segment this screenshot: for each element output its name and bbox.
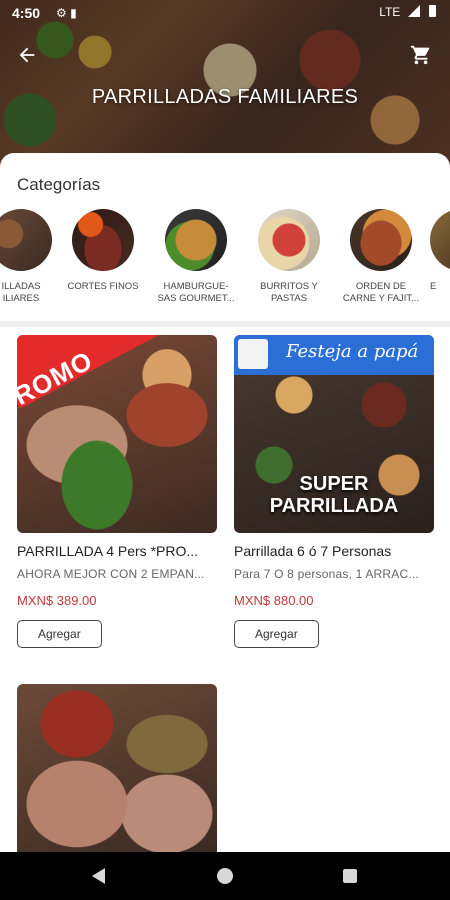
product-name: Parrillada 6 ó 7 Personas bbox=[234, 543, 392, 559]
section-divider bbox=[0, 321, 450, 327]
product-image bbox=[17, 684, 217, 852]
category-parrilladas-familiares[interactable]: ILLADAS ILIARES bbox=[0, 209, 66, 305]
category-orden-carne[interactable]: ORDEN DE CARNE Y FAJIT... bbox=[336, 209, 426, 305]
back-button[interactable] bbox=[16, 44, 38, 70]
category-label: ORDEN DE CARNE Y FAJIT... bbox=[342, 281, 420, 304]
category-image bbox=[350, 209, 412, 271]
status-time: 4:50 bbox=[12, 5, 41, 21]
category-label: HAMBURGUE- SAS GOURMET... bbox=[157, 281, 235, 304]
category-label: E bbox=[430, 281, 437, 292]
brand-logo bbox=[238, 339, 268, 369]
status-icons: ⚙ ▮ bbox=[56, 6, 77, 20]
categories-heading: Categorías bbox=[17, 175, 101, 194]
shopping-cart-icon bbox=[410, 45, 430, 65]
nav-back-icon[interactable] bbox=[92, 868, 105, 884]
battery-icon bbox=[429, 5, 436, 17]
product-image: Festeja a papá SUPER PARRILLADA bbox=[234, 335, 434, 533]
nav-recents-icon[interactable] bbox=[343, 869, 357, 883]
product-description: AHORA MEJOR CON 2 EMPAN... bbox=[17, 567, 205, 581]
add-button[interactable]: Agregar bbox=[234, 620, 319, 648]
category-image bbox=[430, 209, 450, 271]
network-label: LTE bbox=[379, 5, 401, 19]
category-label: ILLADAS ILIARES bbox=[1, 281, 41, 304]
category-image bbox=[258, 209, 320, 271]
product-price: MXN$ 880.00 bbox=[234, 593, 314, 608]
category-image bbox=[72, 209, 134, 271]
product-card[interactable]: ROMO PARRILLADA 4 Pers *PRO... AHORA MEJ… bbox=[17, 335, 217, 648]
signal-icon bbox=[407, 5, 420, 17]
product-name: PARRILLADA 4 Pers *PRO... bbox=[17, 543, 199, 559]
product-card[interactable]: Festeja a papá SUPER PARRILLADA Parrilla… bbox=[234, 335, 434, 648]
arrow-left-icon bbox=[19, 47, 35, 63]
category-label: CORTES FINOS bbox=[67, 281, 139, 292]
category-burritos-pastas[interactable]: BURRITOS Y PASTAS bbox=[244, 209, 334, 305]
status-bar: 4:50 ⚙ ▮ LTE bbox=[0, 0, 450, 26]
cart-button[interactable] bbox=[410, 44, 430, 65]
category-label: BURRITOS Y PASTAS bbox=[260, 281, 318, 304]
category-hamburguesas[interactable]: HAMBURGUE- SAS GOURMET... bbox=[151, 209, 241, 305]
category-cortes-finos[interactable]: CORTES FINOS bbox=[58, 209, 148, 293]
categories-carousel[interactable]: ILLADAS ILIARES CORTES FINOS HAMBURGUE- … bbox=[0, 209, 450, 309]
status-right: LTE bbox=[379, 5, 436, 19]
banner-label: Festeja a papá bbox=[286, 341, 419, 362]
product-price: MXN$ 389.00 bbox=[17, 593, 97, 608]
category-image bbox=[165, 209, 227, 271]
product-card[interactable] bbox=[17, 684, 217, 852]
add-button[interactable]: Agregar bbox=[17, 620, 102, 648]
nav-home-icon[interactable] bbox=[217, 868, 233, 884]
image-overlay-label: SUPER PARRILLADA bbox=[269, 473, 399, 517]
system-nav-bar bbox=[0, 852, 450, 900]
category-image bbox=[0, 209, 52, 271]
page-title: PARRILLADAS FAMILIARES bbox=[91, 86, 359, 108]
product-image: ROMO bbox=[17, 335, 217, 533]
category-next[interactable]: E bbox=[430, 209, 450, 293]
product-description: Para 7 O 8 personas, 1 ARRAC... bbox=[234, 567, 419, 581]
